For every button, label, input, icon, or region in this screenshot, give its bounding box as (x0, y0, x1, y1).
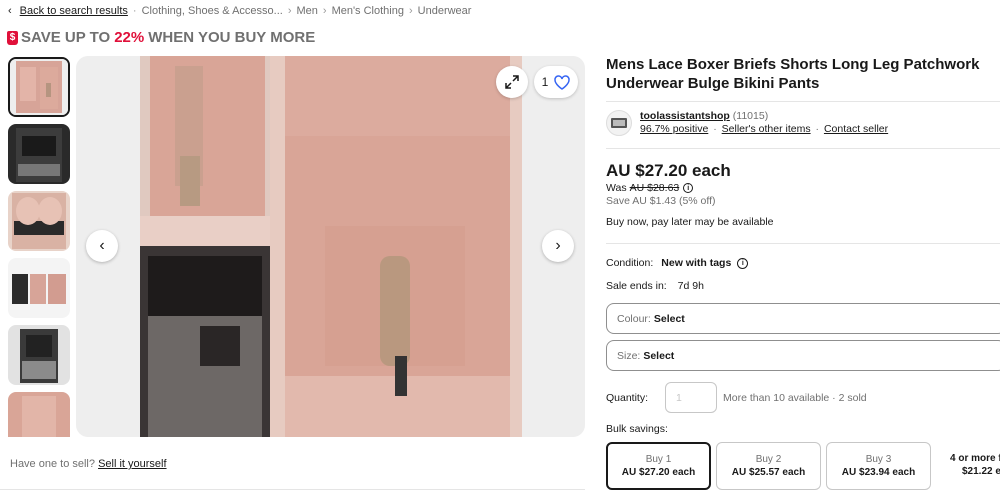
bulk-tier-2[interactable]: Buy 2 AU $25.57 each (716, 442, 821, 490)
promo-prefix: SAVE UP TO (21, 29, 111, 46)
product-photo[interactable] (140, 56, 522, 437)
was-label: Was (606, 182, 627, 194)
was-price-row: Was AU $28.63 i (606, 182, 694, 194)
info-icon[interactable]: i (737, 257, 749, 269)
breadcrumb-item-clothing[interactable]: Clothing, Shoes & Accesso... (142, 5, 283, 17)
thumbnail-2[interactable] (8, 124, 70, 184)
size-select-label: Size: (617, 349, 641, 362)
divider (606, 243, 1000, 244)
item-price: AU $27.20 each (606, 161, 731, 180)
divider (0, 489, 585, 490)
breadcrumb-item-men[interactable]: Men (296, 5, 317, 17)
main-image-viewer: ‹ › 1 (76, 56, 585, 437)
item-title: Mens Lace Boxer Briefs Shorts Long Leg P… (606, 56, 980, 92)
sale-ends-label: Sale ends in: (606, 280, 667, 292)
watch-count: 1 (541, 75, 549, 89)
thumbnail-1[interactable] (8, 57, 70, 117)
heart-icon (554, 74, 571, 90)
thumbnail-strip (8, 57, 70, 437)
expand-image-button[interactable] (496, 66, 528, 98)
condition-value: New with tags (661, 257, 732, 269)
chevron-left-icon[interactable]: ‹ (8, 5, 12, 17)
sell-it-yourself-link[interactable]: Sell it yourself (98, 458, 166, 470)
colour-select-label: Colour: (617, 312, 651, 325)
colour-select-value: Select (653, 312, 685, 325)
divider (606, 101, 1000, 102)
quantity-row: Quantity: 1 More than 10 available · 2 s… (606, 382, 867, 413)
thumbnail-6[interactable] (8, 392, 70, 437)
store-icon (611, 118, 627, 128)
bulk-tier-3[interactable]: Buy 3 AU $23.94 each (826, 442, 931, 490)
bulk-tier-price: AU $23.94 each (841, 467, 916, 478)
chevron-left-icon: ‹ (99, 237, 105, 254)
breadcrumb-item-underwear[interactable]: Underwear (418, 5, 472, 17)
thumbnail-3[interactable] (8, 191, 70, 251)
size-select-value: Select (643, 349, 675, 362)
bulk-tier-1[interactable]: Buy 1 AU $27.20 each (606, 442, 711, 490)
expand-icon (505, 75, 519, 89)
seller-positive-link[interactable]: 96.7% positive (640, 123, 708, 135)
bulk-savings-label: Bulk savings: (606, 423, 668, 435)
seller-other-items-link[interactable]: Seller's other items (722, 123, 811, 135)
bulk-tier-price: $21.22 e (962, 466, 1000, 477)
promo-banner: $ SAVE UP TO 22% WHEN YOU BUY MORE (7, 29, 315, 46)
bulk-tier-title: Buy 2 (755, 454, 782, 465)
sale-ends-value: 7d 9h (677, 280, 704, 292)
seller-card: toolassistantshop (11015) 96.7% positive… (606, 110, 888, 136)
quantity-input[interactable]: 1 (665, 382, 718, 413)
quantity-label: Quantity: (606, 391, 649, 404)
size-select[interactable]: Size: Select (606, 340, 1000, 371)
seller-avatar[interactable] (606, 110, 632, 136)
bulk-tier-price: AU $25.57 each (731, 467, 806, 478)
colour-select[interactable]: Colour: Select (606, 303, 1000, 334)
seller-name-link[interactable]: toolassistantshop (640, 110, 730, 122)
sell-prompt-text: Have one to sell? (10, 458, 95, 470)
bulk-tier-price: AU $27.20 each (621, 467, 696, 478)
promo-suffix: WHEN YOU BUY MORE (148, 29, 316, 46)
promo-percent: 22% (114, 29, 145, 46)
sale-ends-row: Sale ends in: 7d 9h (606, 280, 704, 292)
info-icon[interactable]: i (683, 183, 694, 193)
bulk-tier-title: 4 or more f (950, 453, 1000, 464)
thumbnail-5[interactable] (8, 325, 70, 385)
was-price: AU $28.63 (629, 182, 680, 194)
next-image-button[interactable]: › (542, 230, 574, 262)
thumbnail-4[interactable] (8, 258, 70, 318)
chevron-right-icon: › (555, 237, 561, 254)
quantity-availability: More than 10 available · 2 sold (723, 391, 867, 404)
breadcrumb-item-mens-clothing[interactable]: Men's Clothing (332, 5, 404, 17)
condition-row: Condition: New with tags i (606, 257, 749, 269)
back-to-search-link[interactable]: Back to search results (20, 5, 128, 17)
divider (606, 148, 1000, 149)
seller-feedback-count: (11015) (732, 110, 769, 122)
breadcrumb: ‹ Back to search results · Clothing, Sho… (8, 5, 472, 17)
condition-label: Condition: (606, 257, 654, 269)
contact-seller-link[interactable]: Contact seller (824, 123, 888, 135)
previous-image-button[interactable]: ‹ (86, 230, 118, 262)
watch-button[interactable]: 1 (534, 66, 578, 98)
bulk-tier-4[interactable]: 4 or more f $21.22 e (950, 452, 1000, 478)
bnpl-text: Buy now, pay later may be available (606, 216, 774, 228)
bulk-tier-title: Buy 1 (645, 454, 672, 465)
tag-icon: $ (7, 30, 18, 45)
bulk-tier-title: Buy 3 (865, 454, 892, 465)
sell-prompt: Have one to sell? Sell it yourself (10, 458, 167, 470)
savings-text: Save AU $1.43 (5% off) (606, 195, 716, 207)
